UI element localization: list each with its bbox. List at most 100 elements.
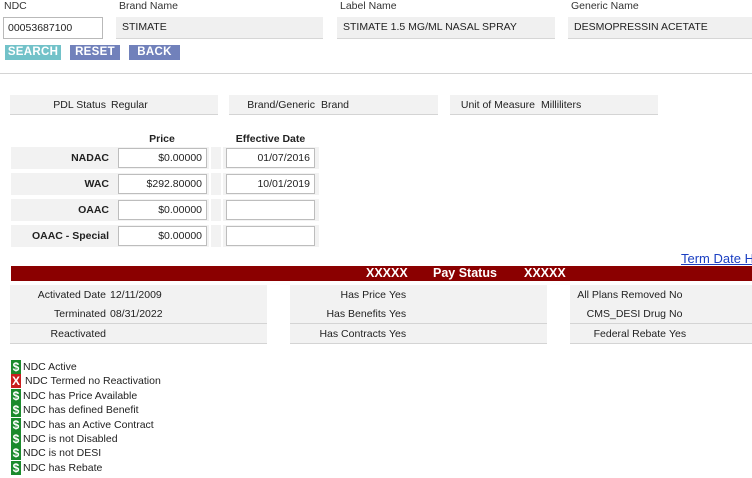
column-spacer [211,173,221,195]
column-spacer [211,199,221,221]
price-field[interactable]: $0.00000 [118,226,207,246]
search-button[interactable]: SEARCH [5,45,61,60]
dollar-icon: $ [11,446,21,461]
unit-of-measure-label: Unit of Measure [460,99,535,111]
brand-generic-value: Brand [321,99,350,111]
status-value: No [669,308,683,320]
effective-date-column-header: Effective Date [235,133,306,145]
legend-text: NDC is not Disabled [23,433,118,445]
status-value: 12/11/2009 [110,289,162,301]
effective-date-field[interactable]: 01/07/2016 [226,148,315,168]
status-value: Yes [389,308,407,320]
status-row-all-plans-removed: All Plans Removed No [570,285,752,305]
column-spacer [211,225,221,247]
legend-item: $ NDC has Rebate [11,460,311,475]
pdl-status-label: PDL Status [53,99,106,111]
status-row-reactivated: Reactivated [10,324,267,344]
effective-date-field[interactable]: 10/01/2019 [226,174,315,194]
price-field[interactable]: $0.00000 [118,200,207,220]
status-row-has-benefits: Has Benefits Yes [290,304,547,324]
price-row-label: NADAC [71,152,109,164]
price-row-label-cell: WAC [11,173,115,195]
price-field[interactable]: $0.00000 [118,148,207,168]
legend-text: NDC has Price Available [23,389,138,402]
ndc-input[interactable]: 00053687100 [3,17,103,39]
price-column-header: Price [149,133,175,145]
legend-item: $ NDC Active [11,360,311,374]
status-row-federal-rebate: Federal Rebate Yes [570,324,752,344]
price-row-label: OAAC - Special [31,230,109,242]
status-row-terminated: Terminated 08/31/2022 [10,304,267,324]
divider [0,73,752,74]
status-label: CMS_DESI Drug [586,308,666,320]
price-row-nadac: NADAC $0.00000 01/07/2016 [11,146,319,170]
label-name-field: STIMATE 1.5 MG/ML NASAL SPRAY [337,17,555,39]
legend-text: NDC has an Active Contract [23,418,154,431]
dollar-icon: $ [11,417,21,432]
back-button[interactable]: BACK [129,45,180,60]
column-spacer [211,147,221,169]
legend-item: $ NDC has defined Benefit [11,403,311,418]
effective-date-field[interactable] [226,200,315,220]
legend-text: NDC Active [23,361,77,373]
status-value: No [669,289,683,301]
status-row-has-contracts: Has Contracts Yes [290,324,547,344]
legend-item: $ NDC has Price Available [11,388,311,403]
status-row-activated-date: Activated Date 12/11/2009 [10,285,267,305]
brand-name-field: STIMATE [116,17,323,39]
status-label: Has Price [340,289,386,301]
pdl-status-value: Regular [111,99,148,111]
price-row-oaac-special: OAAC - Special $0.00000 [11,224,319,248]
status-label: Has Contracts [319,328,386,340]
status-row-cms-desi-drug: CMS_DESI Drug No [570,304,752,324]
price-row-label-cell: NADAC [11,147,115,169]
legend-text: NDC has Rebate [23,461,103,474]
status-label: Terminated [54,308,106,320]
price-row-label-cell: OAAC [11,199,115,221]
status-value: Yes [669,328,687,340]
legend-item: $ NDC is not DESI [11,446,311,461]
unit-of-measure-value: Milliliters [541,99,582,111]
legend-text: NDC is not DESI [23,447,102,460]
label-name-label: Label Name [340,0,397,12]
status-label: Reactivated [50,328,106,340]
legend-item: X NDC Termed no Reactivation [11,374,311,389]
price-row-wac: WAC $292.80000 10/01/2019 [11,172,319,196]
brand-generic-row: Brand/Generic Brand [229,95,438,115]
price-field[interactable]: $292.80000 [118,174,207,194]
status-value: 08/31/2022 [110,308,163,320]
dollar-icon: $ [11,403,21,418]
effective-date-field[interactable] [226,226,315,246]
brand-name-label: Brand Name [119,0,178,12]
status-label: Activated Date [37,289,106,301]
banner-mask-left: XXXXX [366,266,408,280]
price-row-label: OAAC [78,204,109,216]
x-icon: X [11,374,21,389]
price-row-label-cell: OAAC - Special [11,225,115,247]
legend-item: $ NDC has an Active Contract [11,417,311,432]
legend-text: NDC has defined Benefit [23,404,139,417]
pay-status-banner: XXXXX Pay Status XXXXX [11,266,752,281]
generic-name-label: Generic Name [571,0,639,12]
reset-button[interactable]: RESET [70,45,120,60]
ndc-label: NDC [4,0,27,12]
generic-name-field: DESMOPRESSIN ACETATE [568,17,752,39]
status-label: All Plans Removed [577,289,666,301]
status-label: Has Benefits [326,308,386,320]
legend-text: NDC Termed no Reactivation [25,375,161,388]
status-value: Yes [389,328,407,340]
dollar-icon: $ [11,388,21,403]
price-row-oaac: OAAC $0.00000 [11,198,319,222]
status-label: Federal Rebate [593,328,666,340]
dollar-icon: $ [11,432,21,446]
status-row-has-price: Has Price Yes [290,285,547,305]
dollar-icon: $ [11,360,21,374]
term-date-link[interactable]: Term Date H [681,251,752,266]
price-row-label: WAC [84,178,110,190]
banner-mask-right: XXXXX [524,266,566,280]
banner-title: Pay Status [433,266,497,280]
pdl-status-row: PDL Status Regular [10,95,218,115]
dollar-icon: $ [11,460,21,475]
unit-of-measure-row: Unit of Measure Milliliters [450,95,658,115]
legend-item: $ NDC is not Disabled [11,432,311,446]
